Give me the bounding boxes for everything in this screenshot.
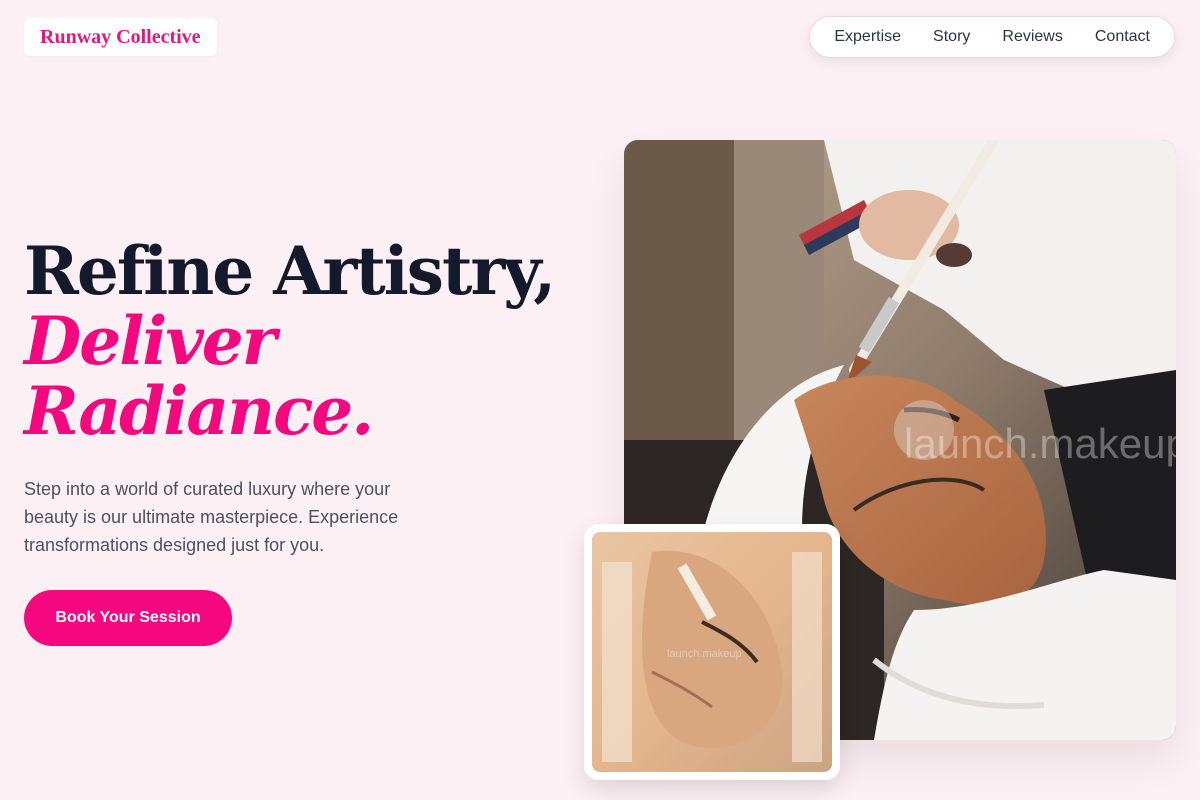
main-nav: Expertise Story Reviews Contact — [809, 16, 1175, 58]
headline-line-1: Refine Artistry, — [24, 232, 556, 310]
page: Runway Collective Expertise Story Review… — [0, 0, 1200, 800]
hero-thumbnail-card: launch.makeup — [584, 524, 840, 780]
hero-subtext: Step into a world of curated luxury wher… — [24, 479, 399, 555]
hero-thumbnail-image: launch.makeup — [592, 532, 832, 772]
brand-name: Runway Collective — [40, 25, 201, 48]
headline-line-2: Deliver — [24, 302, 276, 380]
hero-headline: Refine Artistry, Deliver Radiance. — [24, 232, 556, 450]
book-session-button[interactable]: Book Your Session — [24, 590, 232, 646]
headline-line-3: Radiance. — [24, 372, 374, 450]
makeup-application-illustration: launch.makeup — [592, 532, 832, 772]
nav-link-expertise[interactable]: Expertise — [818, 16, 917, 58]
thumb-image-watermark: launch.makeup — [667, 648, 742, 660]
nav-link-contact[interactable]: Contact — [1079, 16, 1166, 58]
nav-link-story[interactable]: Story — [917, 16, 986, 58]
brand-logo[interactable]: Runway Collective — [24, 18, 217, 56]
main-image-watermark: launch.makeup — [904, 420, 1176, 467]
nav-link-reviews[interactable]: Reviews — [986, 16, 1078, 58]
